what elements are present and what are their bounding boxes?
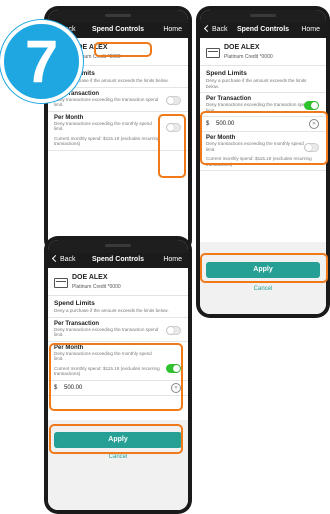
spend-limits-title: Spend Limits — [54, 300, 95, 307]
spend-limits-section: Spend Limits Deny a purchase if the amou… — [200, 66, 326, 93]
spend-limits-desc: Deny a purchase if the amount exceeds th… — [54, 308, 169, 313]
home-button[interactable]: Home — [163, 26, 182, 33]
notch — [250, 14, 276, 17]
per-transaction-toggle[interactable] — [166, 325, 181, 335]
step-number-badge: 7 — [0, 20, 83, 103]
account-card: Platinum Credit *0000 — [224, 54, 273, 60]
highlight-apply — [200, 253, 328, 283]
nav-bar: Back Spend Controls Home — [48, 253, 188, 268]
spend-limits-section: Spend Limits Deny a purchase if the amou… — [48, 296, 188, 318]
highlight-apply — [49, 424, 183, 454]
notch — [105, 244, 131, 247]
cancel-button[interactable]: Cancel — [48, 454, 188, 460]
per-transaction-toggle[interactable] — [304, 101, 319, 110]
home-button[interactable]: Home — [163, 256, 182, 263]
per-month-desc: Deny transactions exceeding the monthly … — [54, 120, 152, 132]
toggle-knob — [167, 96, 174, 104]
status-bar — [48, 10, 188, 23]
cancel-button[interactable]: Cancel — [200, 286, 326, 292]
account-name: DOE ALEX — [224, 44, 260, 51]
per-transaction-row: Per Transaction Deny transactions exceed… — [48, 318, 188, 342]
spend-limits-desc: Deny a purchase if the amount exceeds th… — [206, 78, 307, 89]
account-name: DOE ALEX — [72, 274, 108, 281]
status-bar — [200, 10, 326, 23]
per-transaction-toggle[interactable] — [166, 95, 181, 105]
highlight-per-month — [49, 343, 183, 411]
per-transaction-desc: Deny transactions exceeding the transact… — [54, 326, 159, 338]
account-header: DOE ALEX Platinum Credit *0000 — [200, 38, 326, 66]
toggle-knob — [311, 102, 318, 109]
account-card: Platinum Credit *0000 — [72, 284, 121, 290]
toggle-knob — [167, 326, 174, 334]
status-bar — [48, 240, 188, 253]
credit-card-icon — [206, 48, 220, 58]
highlight-toggles — [158, 114, 186, 178]
home-button[interactable]: Home — [301, 26, 320, 33]
account-header: DOE ALEX Platinum Credit *0000 — [48, 268, 188, 296]
highlight-per-transaction — [200, 111, 328, 165]
highlight-nav-title — [94, 42, 152, 57]
notch — [105, 14, 131, 17]
credit-card-icon — [54, 278, 68, 288]
per-transaction-desc: Deny transactions exceeding the transact… — [54, 96, 159, 108]
spend-limits-title: Spend Limits — [206, 70, 247, 77]
nav-bar: Back Spend Controls Home — [200, 23, 326, 38]
monthly-spend-note: Current monthly spend: $115.19 (excludes… — [54, 135, 160, 147]
